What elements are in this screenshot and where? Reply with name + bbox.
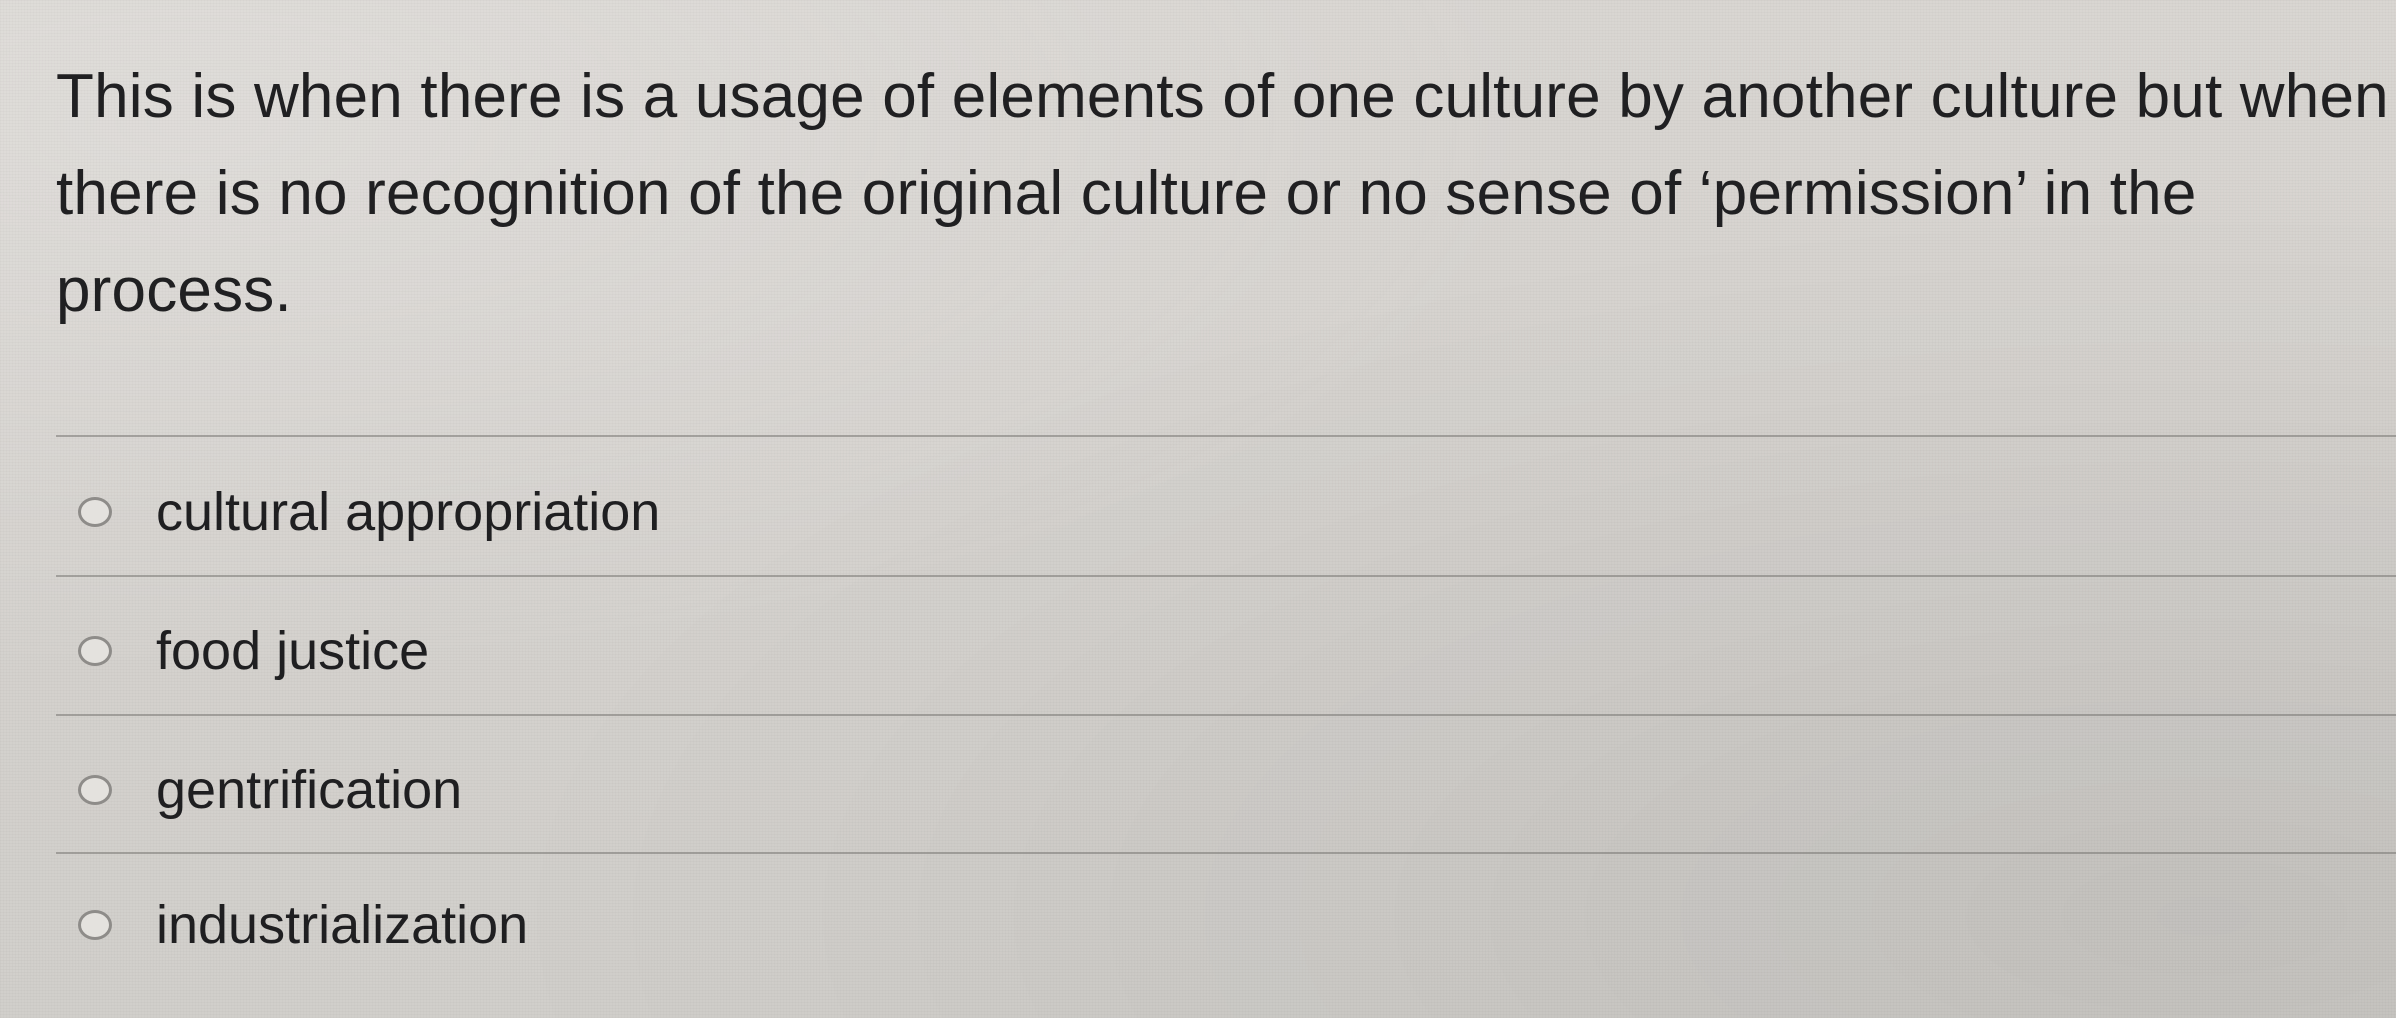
divider: [56, 852, 2396, 854]
answer-option-industrialization[interactable]: industrialization: [78, 885, 528, 965]
answer-label: food justice: [156, 621, 430, 681]
answer-label: cultural appropriation: [156, 482, 661, 542]
radio-button[interactable]: [78, 497, 112, 527]
answer-option-cultural-appropriation[interactable]: cultural appropriation: [78, 472, 660, 552]
answer-option-food-justice[interactable]: food justice: [78, 611, 429, 691]
divider: [56, 435, 2396, 437]
answer-option-gentrification[interactable]: gentrification: [78, 750, 462, 830]
divider: [56, 575, 2396, 577]
radio-button[interactable]: [78, 636, 112, 666]
answer-label: industrialization: [156, 895, 529, 955]
question-text: This is when there is a usage of element…: [56, 62, 2389, 325]
question-card: This is when there is a usage of element…: [0, 0, 2396, 1018]
answer-label: gentrification: [156, 760, 463, 820]
radio-button[interactable]: [78, 775, 112, 805]
divider: [56, 714, 2396, 716]
radio-button[interactable]: [78, 910, 112, 940]
